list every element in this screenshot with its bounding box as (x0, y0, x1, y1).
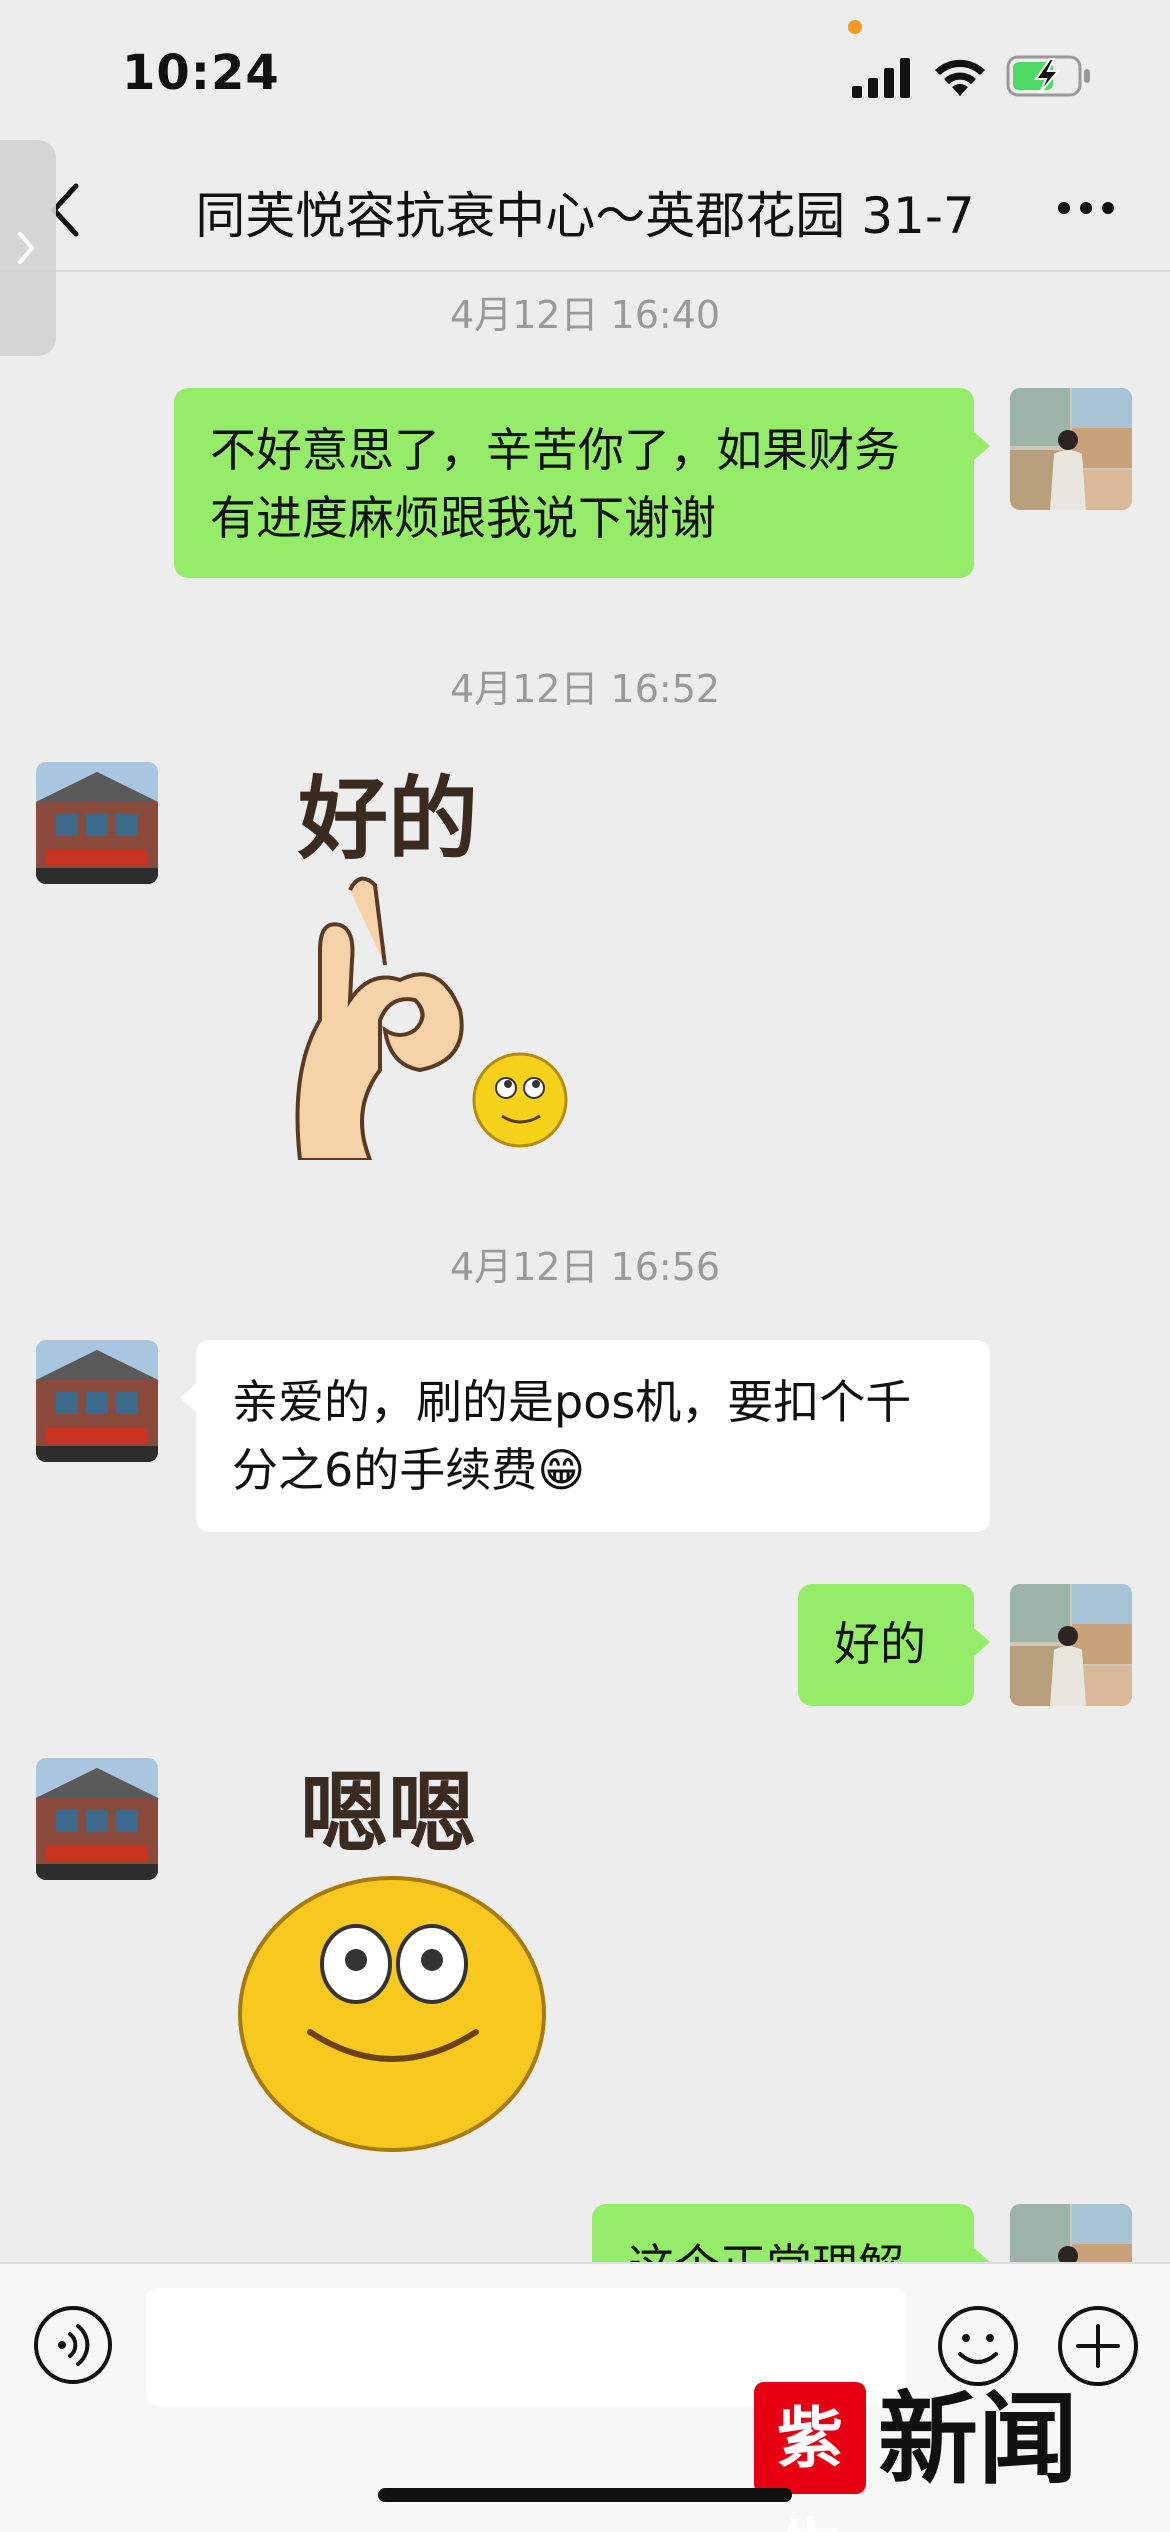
contact-avatar[interactable] (36, 762, 158, 884)
timestamp: 4月12日 16:56 (449, 1245, 721, 1289)
smiley-face-graphic (238, 1876, 546, 2152)
privacy-indicator-dot (848, 20, 862, 34)
sticker-caption: 嗯嗯 (300, 1762, 477, 1865)
contact-avatar[interactable] (36, 1758, 158, 1880)
bubble-tail (974, 1628, 990, 1656)
chat-title: 同芙悦容抗衰中心～英郡花园 31-7 (195, 187, 975, 245)
home-indicator[interactable] (378, 2488, 792, 2502)
watermark-logo: 紫牛 (754, 2382, 866, 2532)
status-bar: 10:24 (0, 0, 1170, 150)
my-avatar[interactable] (1010, 1584, 1132, 1706)
bubble-tail (974, 432, 990, 460)
plus-icon[interactable] (1056, 2304, 1140, 2388)
battery-charging-icon (1006, 55, 1090, 97)
timestamp: 4月12日 16:52 (449, 667, 721, 711)
emoji-icon[interactable] (936, 2304, 1020, 2388)
outgoing-message-bubble[interactable]: 不好意思了，辛苦你了，如果财务有进度麻烦跟我说下谢谢 (174, 388, 974, 578)
sticker-ok-hand[interactable]: 好的 (290, 770, 590, 1160)
contact-avatar[interactable] (36, 1340, 158, 1462)
voice-icon[interactable] (32, 2304, 114, 2386)
sticker-caption: 好的 (298, 767, 478, 872)
signal-icon (852, 58, 910, 98)
grin-emoji: 😁 (537, 1443, 586, 1497)
more-icon[interactable] (1056, 198, 1116, 218)
bubble-tail (180, 1384, 196, 1412)
news-watermark: 紫牛 新闻 (754, 2380, 1114, 2532)
watermark-text: 新闻 (878, 2380, 1078, 2498)
chat-header: 同芙悦容抗衰中心～英郡花园 31-7 (0, 150, 1170, 272)
sticker-smiley[interactable]: 嗯嗯 (236, 1764, 556, 2154)
chevron-right-icon (18, 232, 35, 264)
status-time: 10:24 (122, 45, 280, 101)
my-avatar[interactable] (1010, 388, 1132, 510)
incoming-message-bubble[interactable]: 亲爱的，刷的是pos机，要扣个千分之6的手续费😁 (196, 1340, 990, 1532)
ok-hand-graphic (295, 876, 568, 1160)
timestamp: 4月12日 16:40 (449, 293, 721, 337)
wifi-icon (935, 59, 985, 96)
outgoing-message-bubble[interactable]: 好的 (798, 1584, 974, 1706)
